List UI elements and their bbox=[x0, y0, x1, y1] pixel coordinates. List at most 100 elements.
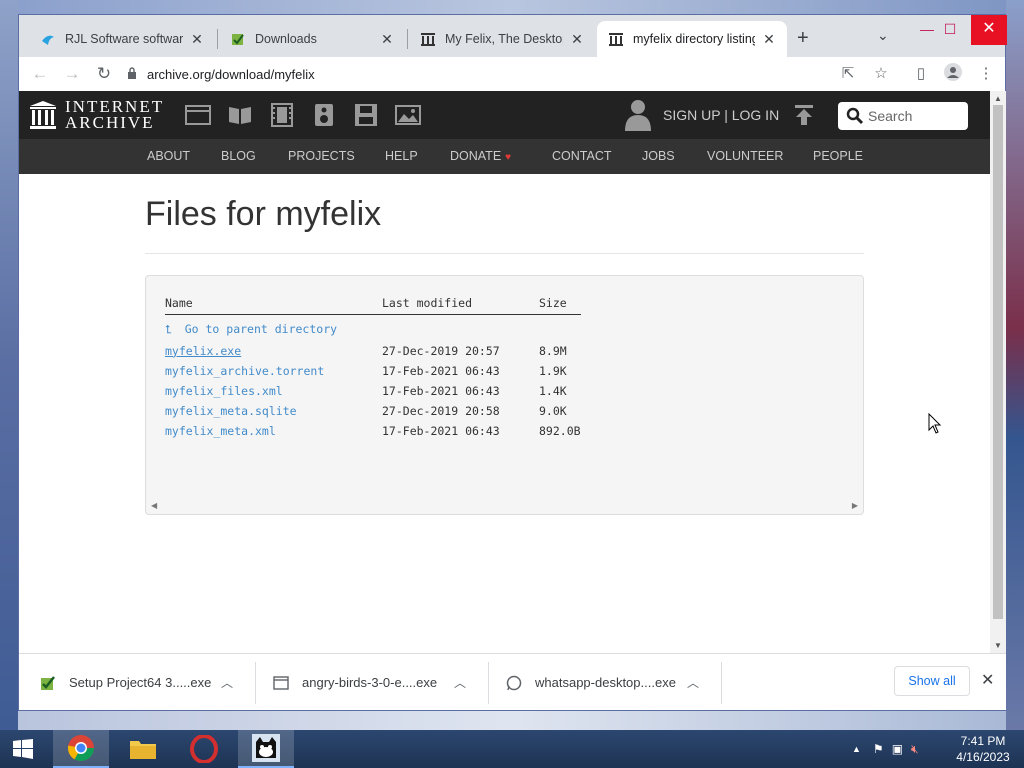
tab-rjl-software[interactable]: RJL Software software c ✕ bbox=[29, 21, 215, 57]
share-icon[interactable]: ⇱ bbox=[837, 63, 859, 85]
nav-projects[interactable]: PROJECTS bbox=[288, 149, 355, 163]
taskbar-file-explorer-button[interactable] bbox=[115, 730, 171, 768]
scroll-left-arrow-icon[interactable]: ◀ bbox=[151, 501, 157, 510]
audio-speaker-icon[interactable] bbox=[311, 103, 337, 127]
nav-jobs[interactable]: JOBS bbox=[642, 149, 675, 163]
software-floppy-icon[interactable] bbox=[353, 103, 379, 127]
file-link[interactable]: myfelix_meta.xml bbox=[165, 424, 276, 438]
images-icon[interactable] bbox=[395, 103, 421, 127]
browser-menu-icon[interactable]: ⋮ bbox=[975, 63, 997, 85]
ia-top-bar: INTERNET ARCHIVE SIGN UP | LOG IN Search bbox=[19, 91, 990, 139]
tab-my-felix[interactable]: My Felix, The Desktop C ✕ bbox=[409, 21, 595, 57]
show-all-button[interactable]: Show all bbox=[894, 666, 970, 696]
tab-close-icon[interactable]: ✕ bbox=[761, 31, 777, 47]
tab-myfelix-listing[interactable]: myfelix directory listing ✕ bbox=[597, 21, 787, 57]
start-button[interactable] bbox=[0, 730, 46, 768]
chevron-up-icon[interactable]: ︿ bbox=[685, 674, 701, 691]
browser-window: RJL Software software c ✕ Downloads ✕ My… bbox=[18, 14, 1007, 711]
nav-donate[interactable]: DONATE ♥ bbox=[450, 149, 511, 163]
nav-contact[interactable]: CONTACT bbox=[552, 149, 612, 163]
tab-downloads[interactable]: Downloads ✕ bbox=[219, 21, 405, 57]
column-header-name[interactable]: Name bbox=[165, 296, 382, 315]
vertical-scrollbar[interactable]: ▲ ▼ bbox=[990, 91, 1006, 653]
window-close-button[interactable]: ✕ bbox=[971, 15, 1007, 45]
file-name-cell: myfelix_meta.sqlite bbox=[165, 401, 382, 421]
video-film-icon[interactable] bbox=[269, 103, 295, 127]
tab-label: RJL Software software c bbox=[65, 32, 183, 46]
browser-toolbar: ← → ↻ archive.org/download/myfelix ⇱ ☆ ▯… bbox=[19, 57, 1005, 91]
download-item[interactable]: angry-birds-3-0-e....exe ︿ bbox=[272, 654, 468, 711]
upload-icon[interactable] bbox=[794, 104, 814, 126]
file-size-cell: 1.9K bbox=[539, 363, 567, 378]
tab-close-icon[interactable]: ✕ bbox=[189, 31, 205, 47]
file-modified-cell: 17-Feb-2021 06:43 bbox=[382, 363, 500, 378]
exe-icon bbox=[272, 674, 290, 692]
taskbar-clock[interactable]: 7:41 PM 4/16/2023 bbox=[948, 733, 1018, 765]
taskbar-opera-button[interactable] bbox=[176, 730, 232, 768]
ia-logo[interactable]: INTERNET ARCHIVE bbox=[29, 98, 164, 131]
chrome-icon bbox=[67, 735, 95, 762]
tray-overflow-chevron-icon[interactable]: ▲ bbox=[852, 744, 861, 754]
file-link[interactable]: myfelix_files.xml bbox=[165, 384, 283, 398]
web-icon[interactable] bbox=[185, 103, 211, 127]
tab-search-chevron-icon[interactable]: ⌄ bbox=[877, 27, 889, 44]
chevron-up-icon[interactable]: ︿ bbox=[452, 674, 468, 691]
archive-favicon-icon bbox=[419, 30, 437, 48]
taskbar-chrome-button[interactable] bbox=[53, 730, 109, 768]
tab-close-icon[interactable]: ✕ bbox=[569, 31, 585, 47]
nav-donate-label: DONATE bbox=[450, 149, 502, 163]
file-size-cell: 8.9M bbox=[539, 343, 567, 358]
bookmark-star-icon[interactable]: ☆ bbox=[870, 63, 892, 85]
volume-muted-icon[interactable]: 🔇︎ bbox=[911, 742, 919, 757]
scroll-up-arrow-icon[interactable]: ▲ bbox=[994, 94, 1002, 103]
column-header-modified[interactable]: Last modified bbox=[382, 296, 539, 315]
tab-strip: RJL Software software c ✕ Downloads ✕ My… bbox=[19, 15, 1007, 57]
nav-volunteer[interactable]: VOLUNTEER bbox=[707, 149, 783, 163]
download-item[interactable]: whatsapp-desktop....exe ︿ bbox=[505, 654, 701, 711]
maximize-button[interactable]: ☐ bbox=[935, 15, 965, 45]
nav-about[interactable]: ABOUT bbox=[147, 149, 190, 163]
nav-people[interactable]: PEOPLE bbox=[813, 149, 863, 163]
search-placeholder: Search bbox=[868, 108, 913, 124]
ia-nav-bar: ABOUT BLOG PROJECTS HELP DONATE ♥ CONTACT… bbox=[19, 139, 990, 174]
file-link[interactable]: myfelix_meta.sqlite bbox=[165, 404, 297, 418]
nav-help[interactable]: HELP bbox=[385, 149, 418, 163]
desktop-background-right bbox=[1006, 0, 1024, 730]
download-item[interactable]: Setup Project64 3.....exe ︿ bbox=[39, 654, 235, 711]
forward-button[interactable]: → bbox=[61, 63, 83, 85]
nav-blog[interactable]: BLOG bbox=[221, 149, 256, 163]
texts-book-icon[interactable] bbox=[227, 103, 253, 127]
url-text: archive.org/download/myfelix bbox=[147, 66, 315, 82]
back-button[interactable]: ← bbox=[29, 63, 51, 85]
chevron-up-icon[interactable]: ︿ bbox=[219, 674, 235, 691]
side-panel-icon[interactable]: ▯ bbox=[910, 63, 932, 85]
address-bar[interactable]: archive.org/download/myfelix bbox=[127, 61, 827, 87]
clock-date: 4/16/2023 bbox=[956, 750, 1010, 764]
close-downloads-bar-icon[interactable]: ✕ bbox=[981, 670, 994, 690]
new-tab-button[interactable]: + bbox=[797, 27, 809, 50]
download-filename: angry-birds-3-0-e....exe bbox=[302, 675, 438, 690]
user-icon[interactable] bbox=[623, 99, 653, 131]
file-size-cell: 1.4K bbox=[539, 383, 567, 398]
action-center-flag-icon[interactable]: ⚑ bbox=[873, 742, 884, 756]
download-separator bbox=[255, 662, 256, 704]
search-icon bbox=[846, 107, 864, 125]
installer-icon bbox=[39, 674, 57, 692]
system-tray: ▲ ⚑ ▣ 🔇︎ bbox=[852, 730, 919, 768]
scroll-down-arrow-icon[interactable]: ▼ bbox=[994, 641, 1002, 650]
scroll-right-arrow-icon[interactable]: ▶ bbox=[852, 501, 858, 510]
signup-login-link[interactable]: SIGN UP | LOG IN bbox=[663, 107, 779, 123]
reload-button[interactable]: ↻ bbox=[93, 63, 115, 85]
tab-close-icon[interactable]: ✕ bbox=[379, 31, 395, 47]
scrollbar-thumb[interactable] bbox=[993, 105, 1003, 619]
file-link[interactable]: myfelix_archive.torrent bbox=[165, 364, 324, 378]
downloads-favicon-icon bbox=[229, 30, 247, 48]
file-link[interactable]: myfelix.exe bbox=[165, 344, 241, 358]
parent-directory-link[interactable]: ⮤ Go to parent directory bbox=[165, 322, 337, 336]
ia-search-box[interactable]: Search bbox=[838, 102, 968, 130]
horizontal-scrollbar[interactable]: ◀ ▶ bbox=[146, 498, 863, 514]
taskbar-myfelix-button[interactable] bbox=[238, 730, 294, 768]
profile-avatar-icon[interactable] bbox=[942, 63, 964, 85]
network-icon[interactable]: ▣ bbox=[892, 742, 903, 756]
column-header-size[interactable]: Size bbox=[539, 296, 581, 315]
